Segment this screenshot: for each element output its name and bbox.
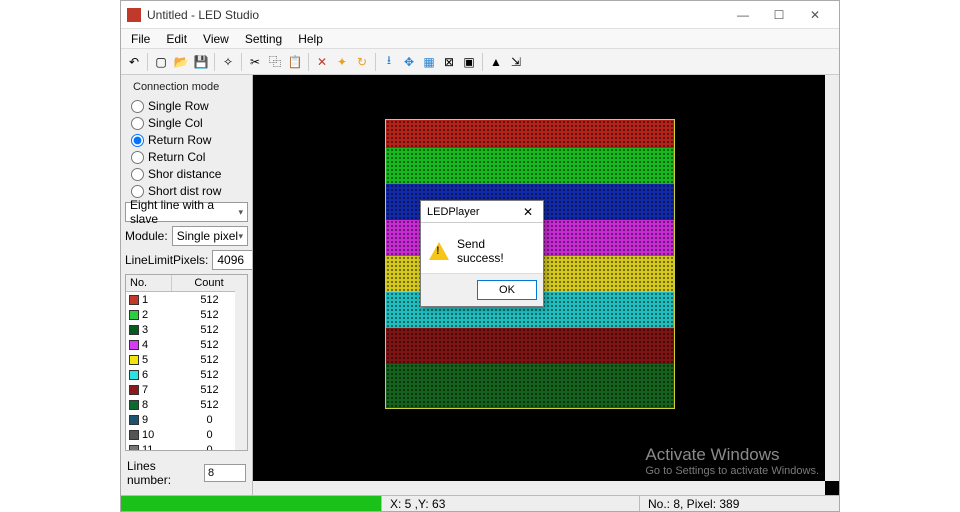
color-swatch bbox=[129, 430, 139, 440]
table-row[interactable]: 1512 bbox=[126, 292, 247, 307]
line-config-combo[interactable]: Eight line with a slave bbox=[125, 202, 248, 222]
dialog-message: Send success! bbox=[457, 237, 535, 265]
dialog: LEDPlayer ✕ Send success! OK bbox=[420, 200, 544, 307]
connection-mode-label: Connection mode bbox=[125, 79, 248, 95]
table-row[interactable]: 100 bbox=[126, 427, 247, 442]
frame-icon[interactable]: ▣ bbox=[460, 53, 478, 71]
table-row[interactable]: 7512 bbox=[126, 382, 247, 397]
radio-return-row[interactable]: Return Row bbox=[131, 133, 242, 147]
menu-edit[interactable]: Edit bbox=[160, 30, 193, 48]
table-scrollbar[interactable] bbox=[235, 275, 247, 450]
connection-mode-radios: Single Row Single Col Return Row Return Col… bbox=[125, 99, 248, 198]
window-title: Untitled - LED Studio bbox=[147, 8, 725, 22]
copy-icon[interactable]: ⿻ bbox=[266, 53, 284, 71]
dialog-close-button[interactable]: ✕ bbox=[519, 205, 537, 219]
send-icon[interactable]: ⭳ bbox=[380, 53, 398, 71]
dialog-title: LEDPlayer bbox=[427, 206, 519, 218]
radio-single-row[interactable]: Single Row bbox=[131, 99, 242, 113]
minimize-button[interactable]: — bbox=[725, 4, 761, 26]
color-swatch bbox=[129, 445, 139, 452]
radio-short-dist-row[interactable]: Short dist row bbox=[131, 184, 242, 198]
move-icon[interactable]: ✥ bbox=[400, 53, 418, 71]
menubar: File Edit View Setting Help bbox=[121, 29, 839, 49]
toolbar: ↶ ▢ 📂 💾 ✧ ✂ ⿻ 📋 ✕ ✦ ↻ ⭳ ✥ ▦ ⊠ ▣ ▲ ⇲ bbox=[121, 49, 839, 75]
horizontal-scrollbar[interactable] bbox=[253, 481, 825, 495]
star-icon[interactable]: ✦ bbox=[333, 53, 351, 71]
paste-icon[interactable]: 📋 bbox=[286, 53, 304, 71]
export-icon[interactable]: ⇲ bbox=[507, 53, 525, 71]
cut-icon[interactable]: ✂ bbox=[246, 53, 264, 71]
table-row[interactable]: 4512 bbox=[126, 337, 247, 352]
titlebar: Untitled - LED Studio — ☐ ✕ bbox=[121, 1, 839, 29]
sidebar: Connection mode Single Row Single Col Retu… bbox=[121, 75, 253, 495]
vertical-scrollbar[interactable] bbox=[825, 75, 839, 481]
led-stripe bbox=[386, 120, 674, 148]
close-button[interactable]: ✕ bbox=[797, 4, 833, 26]
table-row[interactable]: 110 bbox=[126, 442, 247, 451]
color-swatch bbox=[129, 370, 139, 380]
status-pixel: No.: 8, Pixel: 389 bbox=[639, 496, 839, 511]
refresh-icon[interactable]: ↻ bbox=[353, 53, 371, 71]
save-icon[interactable]: 💾 bbox=[192, 53, 210, 71]
camera-icon[interactable]: ▲ bbox=[487, 53, 505, 71]
module-combo[interactable]: Single pixel bbox=[172, 226, 248, 246]
menu-setting[interactable]: Setting bbox=[239, 30, 288, 48]
color-swatch bbox=[129, 415, 139, 425]
led-stripe bbox=[386, 328, 674, 364]
maximize-button[interactable]: ☐ bbox=[761, 4, 797, 26]
color-swatch bbox=[129, 310, 139, 320]
menu-view[interactable]: View bbox=[197, 30, 235, 48]
progress-bar bbox=[121, 496, 381, 511]
color-swatch bbox=[129, 340, 139, 350]
table-row[interactable]: 3512 bbox=[126, 322, 247, 337]
warning-icon bbox=[429, 242, 449, 260]
linelimit-label: LineLimitPixels: bbox=[125, 253, 208, 267]
windows-watermark: Activate Windows Go to Settings to activ… bbox=[645, 445, 819, 477]
wizard-icon[interactable]: ✧ bbox=[219, 53, 237, 71]
menu-file[interactable]: File bbox=[125, 30, 156, 48]
channel-table: No. Count 151225123512451255126512751285… bbox=[125, 274, 248, 451]
grid-icon[interactable]: ▦ bbox=[420, 53, 438, 71]
delete-icon[interactable]: ✕ bbox=[313, 53, 331, 71]
led-stripe bbox=[386, 364, 674, 409]
radio-single-col[interactable]: Single Col bbox=[131, 116, 242, 130]
table-row[interactable]: 8512 bbox=[126, 397, 247, 412]
led-stripe bbox=[386, 148, 674, 184]
canvas[interactable]: Activate Windows Go to Settings to activ… bbox=[253, 75, 839, 495]
radio-shor-distance[interactable]: Shor distance bbox=[131, 167, 242, 181]
menu-help[interactable]: Help bbox=[292, 30, 329, 48]
module-label: Module: bbox=[125, 229, 168, 243]
color-swatch bbox=[129, 355, 139, 365]
lines-number-label: Lines number: bbox=[127, 459, 198, 487]
radio-return-col[interactable]: Return Col bbox=[131, 150, 242, 164]
statusbar: X: 5 ,Y: 63 No.: 8, Pixel: 389 bbox=[121, 495, 839, 511]
open-icon[interactable]: 📂 bbox=[172, 53, 190, 71]
new-icon[interactable]: ▢ bbox=[152, 53, 170, 71]
table-row[interactable]: 6512 bbox=[126, 367, 247, 382]
lines-number-input[interactable] bbox=[204, 464, 246, 482]
undo-icon[interactable]: ↶ bbox=[125, 53, 143, 71]
linelimit-combo[interactable]: 4096 bbox=[212, 250, 253, 270]
col-no: No. bbox=[126, 275, 172, 291]
dialog-ok-button[interactable]: OK bbox=[477, 280, 537, 300]
color-swatch bbox=[129, 385, 139, 395]
status-coord: X: 5 ,Y: 63 bbox=[381, 496, 639, 511]
color-swatch bbox=[129, 400, 139, 410]
color-swatch bbox=[129, 295, 139, 305]
box-x-icon[interactable]: ⊠ bbox=[440, 53, 458, 71]
table-row[interactable]: 2512 bbox=[126, 307, 247, 322]
color-swatch bbox=[129, 325, 139, 335]
table-row[interactable]: 5512 bbox=[126, 352, 247, 367]
app-icon bbox=[127, 8, 141, 22]
table-row[interactable]: 90 bbox=[126, 412, 247, 427]
